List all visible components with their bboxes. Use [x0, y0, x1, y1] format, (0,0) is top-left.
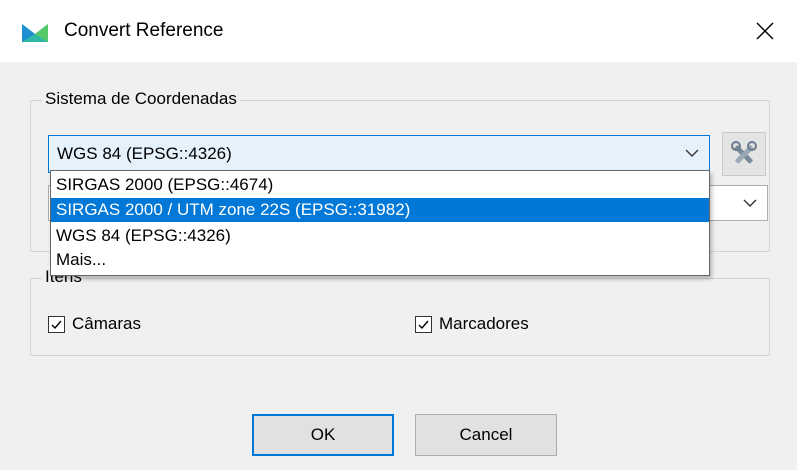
tools-icon: [731, 141, 757, 164]
cancel-button[interactable]: Cancel: [415, 414, 557, 456]
crs-select-value: WGS 84 (EPSG::4326): [57, 144, 232, 163]
checkbox-box[interactable]: [48, 315, 65, 333]
crs-dropdown-list: SIRGAS 2000 (EPSG::4674) SIRGAS 2000 / U…: [50, 170, 710, 276]
crs-option-more[interactable]: Mais...: [51, 248, 709, 272]
crs-select[interactable]: WGS 84 (EPSG::4326): [48, 135, 710, 173]
items-group: [30, 278, 770, 356]
crs-option[interactable]: WGS 84 (EPSG::4326): [51, 224, 709, 248]
crs-option[interactable]: SIRGAS 2000 (EPSG::4674): [51, 173, 709, 197]
crs-option-selected[interactable]: SIRGAS 2000 / UTM zone 22S (EPSG::31982): [51, 198, 709, 222]
crs-settings-button[interactable]: [722, 132, 766, 176]
chevron-down-icon: [743, 199, 757, 207]
checkbox-markers[interactable]: Marcadores: [415, 314, 529, 334]
app-logo-icon: [22, 24, 48, 42]
close-button[interactable]: [733, 0, 797, 62]
checkbox-markers-label: Marcadores: [439, 314, 529, 333]
checkmark-icon: [418, 320, 429, 329]
checkbox-box[interactable]: [415, 315, 432, 333]
checkmark-icon: [51, 320, 62, 329]
ok-button[interactable]: OK: [252, 414, 394, 456]
checkbox-cameras-label: Câmaras: [72, 314, 141, 333]
title-bar: Convert Reference: [0, 0, 797, 62]
coordinate-system-label: Sistema de Coordenadas: [42, 89, 240, 109]
window-title: Convert Reference: [64, 20, 224, 41]
close-icon: [756, 22, 774, 40]
chevron-down-icon: [685, 149, 699, 157]
checkbox-cameras[interactable]: Câmaras: [48, 314, 141, 334]
